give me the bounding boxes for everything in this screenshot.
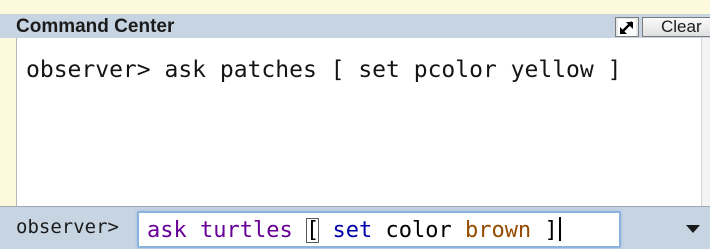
command-history-output[interactable]: observer> ask patches [ set pcolor yello…: [16, 38, 710, 206]
token-bracket: [: [305, 218, 320, 243]
token-var: color: [385, 218, 452, 243]
chevron-down-icon: [686, 225, 700, 233]
token-const: brown: [464, 218, 532, 243]
command-input[interactable]: ask turtles [ set color brown ]: [137, 211, 621, 248]
clear-button[interactable]: Clear: [642, 17, 710, 37]
history-line: observer> ask patches [ set pcolor yello…: [26, 57, 622, 83]
token-primitive: ask: [147, 218, 187, 243]
token-keyword: set: [332, 218, 373, 243]
expand-icon: [618, 19, 636, 36]
expand-button[interactable]: [615, 17, 639, 37]
command-center-panel: Command Center Clear observer> ask patch…: [0, 0, 710, 249]
history-dropdown-button[interactable]: [676, 211, 710, 248]
panel-title: Command Center: [16, 16, 175, 37]
token-bracket: ]: [544, 218, 558, 243]
history-scrollbar[interactable]: [701, 38, 710, 206]
command-input-row: observer> ask turtles [ set color brown …: [0, 206, 710, 249]
agent-context-prompt[interactable]: observer>: [16, 216, 119, 238]
token-primitive: turtles: [200, 218, 293, 243]
command-input-text: ask turtles [ set color brown ]: [147, 217, 561, 245]
text-caret: [558, 217, 561, 241]
